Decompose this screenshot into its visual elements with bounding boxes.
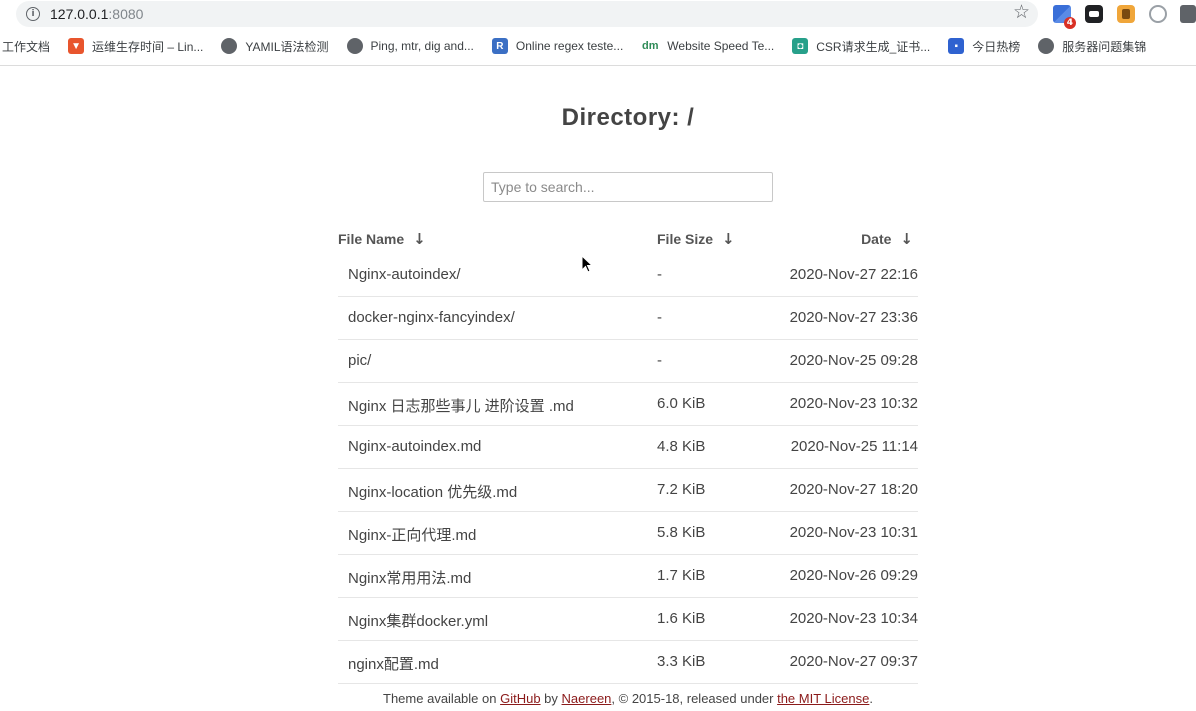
file-size: - (657, 352, 662, 369)
file-date: 2020-Nov-27 22:16 (789, 266, 918, 283)
file-size: 1.7 KiB (657, 567, 706, 584)
file-link[interactable]: docker-nginx-fancyindex/ (348, 309, 515, 326)
file-date: 2020-Nov-27 09:37 (789, 653, 918, 670)
table-row: Nginx-location 优先级.md 7.2 KiB 2020-Nov-2… (338, 469, 918, 512)
regex-icon: R (491, 38, 508, 54)
file-link[interactable]: pic/ (348, 352, 371, 369)
file-date: 2020-Nov-26 09:29 (789, 567, 918, 584)
table-row: docker-nginx-fancyindex/ - 2020-Nov-27 2… (338, 297, 918, 340)
license-link[interactable]: the MIT License (777, 691, 869, 706)
bookmark-item[interactable]: Ping, mtr, dig and... (346, 38, 474, 54)
file-link[interactable]: Nginx-正向代理.md (348, 524, 476, 545)
file-date: 2020-Nov-27 23:36 (789, 309, 918, 326)
file-size: 3.3 KiB (657, 653, 706, 670)
bookmark-item[interactable]: dm Website Speed Te... (641, 38, 774, 54)
bookmark-item[interactable]: 工作文档 (2, 38, 50, 55)
table-row: Nginx-正向代理.md 5.8 KiB 2020-Nov-23 10:31 (338, 512, 918, 555)
sort-arrow-icon: ↓ (722, 230, 735, 248)
bookmark-item[interactable]: R Online regex teste... (491, 38, 623, 54)
bookmark-item[interactable]: ▪ 今日热榜 (948, 38, 1020, 55)
file-link[interactable]: nginx配置.md (348, 653, 439, 674)
address-bar[interactable]: i 127.0.0.1:8080 ☆ (16, 1, 1038, 27)
bookmark-item[interactable]: ▼ 运维生存时间 – Lin... (68, 38, 203, 55)
extension-icon[interactable] (1149, 5, 1167, 23)
globe-icon (221, 38, 238, 54)
info-icon[interactable]: i (26, 7, 40, 21)
author-link[interactable]: Naereen (562, 691, 612, 706)
file-size: 6.0 KiB (657, 395, 706, 412)
bookmarks-bar: 工作文档 ▼ 运维生存时间 – Lin... YAMIL语法检测 Ping, mt… (0, 36, 1196, 56)
mouse-cursor-icon (581, 255, 593, 273)
file-link[interactable]: Nginx常用用法.md (348, 567, 471, 588)
page-footer: Theme available on GitHub by Naereen, © … (383, 691, 873, 706)
file-date: 2020-Nov-25 09:28 (789, 352, 918, 369)
browser-chrome: i 127.0.0.1:8080 ☆ 4 工作文档 ▼ 运维生存时间 – Lin.… (0, 0, 1196, 66)
sort-by-date-header[interactable]: Date ↓ (861, 230, 913, 248)
search-input[interactable] (483, 172, 773, 202)
lock-icon: ◘ (792, 38, 809, 54)
extension-icon[interactable] (1117, 5, 1135, 23)
sort-by-size-header[interactable]: File Size ↓ (657, 230, 735, 248)
file-size: - (657, 266, 662, 283)
table-row: Nginx集群docker.yml 1.6 KiB 2020-Nov-23 10… (338, 598, 918, 641)
file-date: 2020-Nov-23 10:34 (789, 610, 918, 627)
brave-icon: ▼ (68, 38, 85, 54)
file-size: 5.8 KiB (657, 524, 706, 541)
bookmark-item[interactable]: YAMIL语法检测 (221, 38, 329, 55)
table-header: File Name ↓ File Size ↓ Date ↓ (338, 222, 918, 254)
hot-list-icon: ▪ (948, 38, 965, 54)
file-date: 2020-Nov-23 10:31 (789, 524, 918, 541)
dm-icon: dm (642, 40, 659, 52)
table-row: pic/ - 2020-Nov-25 09:28 (338, 340, 918, 383)
table-row: Nginx常用用法.md 1.7 KiB 2020-Nov-26 09:29 (338, 555, 918, 598)
file-date: 2020-Nov-27 18:20 (789, 481, 918, 498)
file-link[interactable]: Nginx-location 优先级.md (348, 481, 517, 502)
file-link[interactable]: Nginx-autoindex/ (348, 266, 461, 283)
file-size: 7.2 KiB (657, 481, 706, 498)
globe-icon (1038, 38, 1055, 54)
file-listing-table: File Name ↓ File Size ↓ Date ↓ Nginx-autoin… (338, 222, 918, 684)
file-link[interactable]: Nginx集群docker.yml (348, 610, 488, 631)
extension-icon[interactable] (1180, 5, 1196, 23)
sort-arrow-icon: ↓ (900, 230, 913, 248)
github-link[interactable]: GitHub (500, 691, 540, 706)
table-row: Nginx-autoindex.md 4.8 KiB 2020-Nov-25 1… (338, 426, 918, 469)
extension-icon[interactable]: 4 (1053, 5, 1076, 29)
bookmark-item[interactable]: 服务器问题集锦 (1038, 38, 1146, 55)
table-row: nginx配置.md 3.3 KiB 2020-Nov-27 09:37 (338, 641, 918, 684)
sort-arrow-icon: ↓ (413, 230, 426, 248)
url-text[interactable]: 127.0.0.1:8080 (50, 6, 143, 22)
file-size: 4.8 KiB (657, 438, 706, 455)
bookmark-star-icon[interactable]: ☆ (1013, 3, 1030, 23)
file-date: 2020-Nov-25 11:14 (790, 438, 918, 455)
table-row: Nginx-autoindex/ - 2020-Nov-27 22:16 (338, 254, 918, 297)
table-row: Nginx 日志那些事儿 进阶设置 .md 6.0 KiB 2020-Nov-2… (338, 383, 918, 426)
bookmark-item[interactable]: ◘ CSR请求生成_证书... (792, 38, 930, 55)
file-link[interactable]: Nginx-autoindex.md (348, 438, 481, 455)
file-link[interactable]: Nginx 日志那些事儿 进阶设置 .md (348, 395, 574, 416)
extension-icon[interactable] (1085, 5, 1103, 23)
sort-by-name-header[interactable]: File Name ↓ (338, 230, 426, 248)
file-size: 1.6 KiB (657, 610, 706, 627)
extension-badge: 4 (1063, 17, 1076, 29)
file-size: - (657, 309, 662, 326)
file-date: 2020-Nov-23 10:32 (789, 395, 918, 412)
page-title: Directory: / (561, 104, 695, 131)
globe-icon (346, 38, 363, 54)
